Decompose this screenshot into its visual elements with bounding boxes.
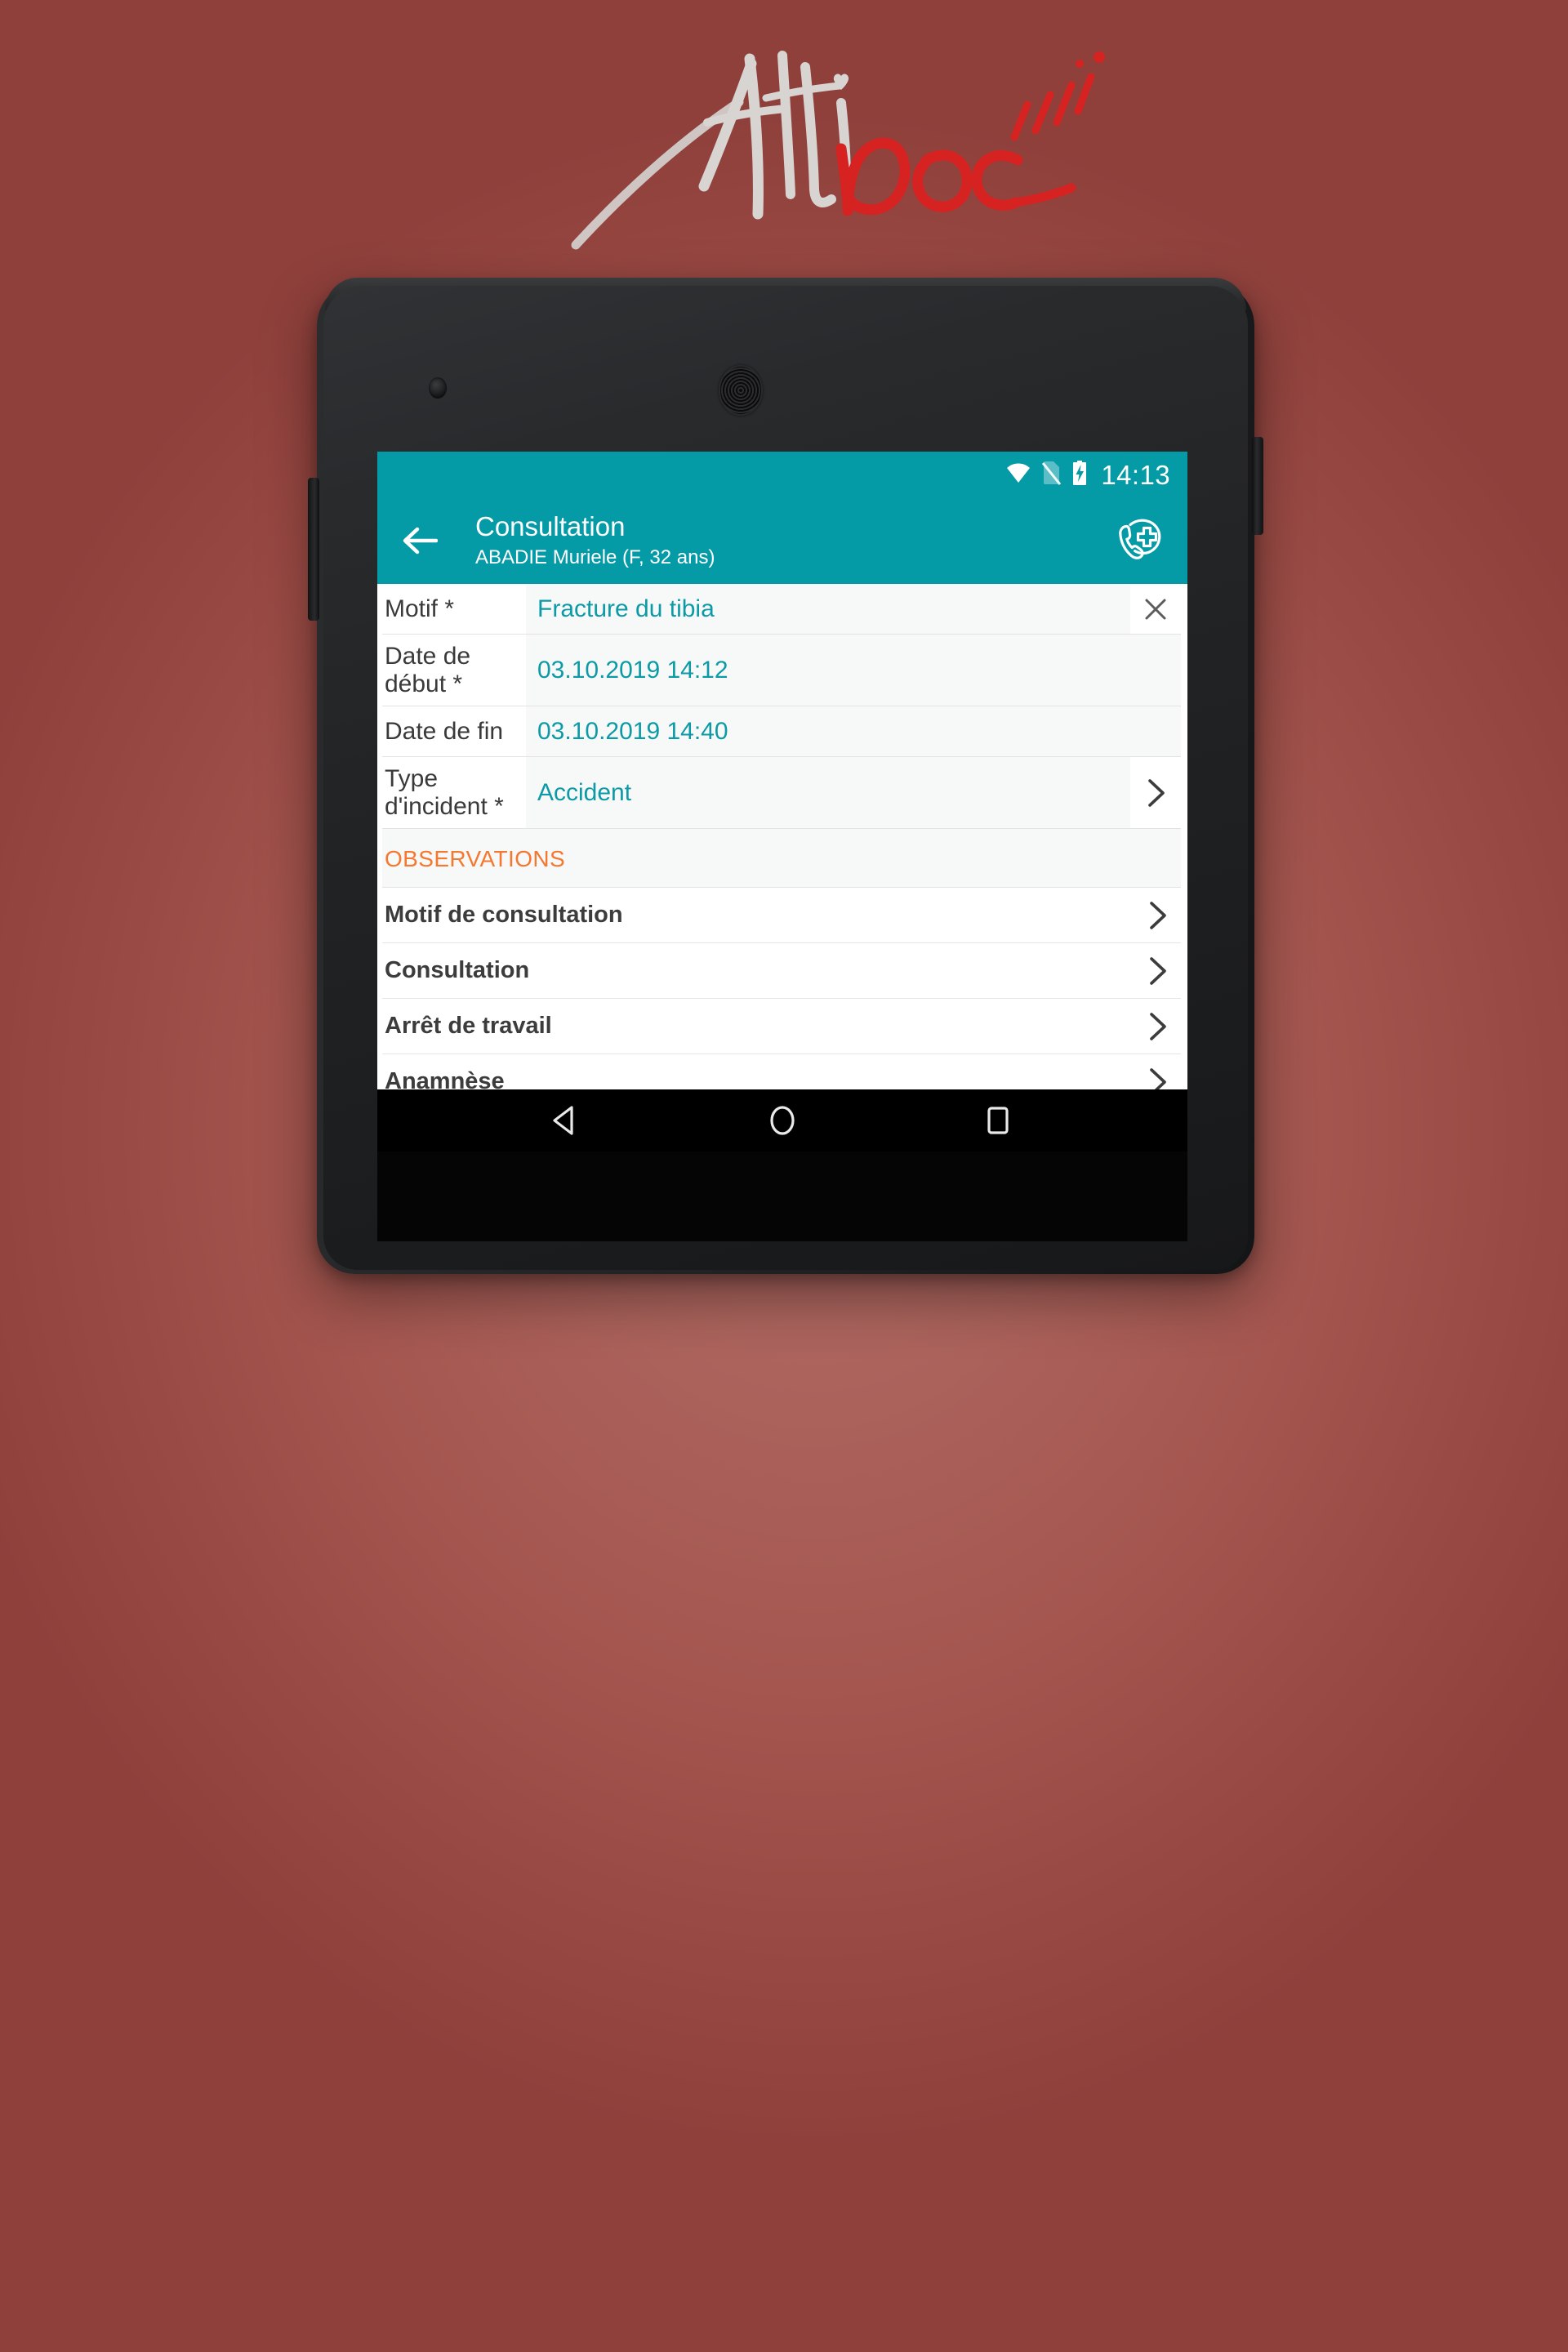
list-item-label: Motif de consultation xyxy=(385,902,623,929)
phone-screen: 14:13 Consultation ABADIE Muriele (F, 32… xyxy=(377,452,1187,1089)
nav-recents-button[interactable] xyxy=(979,1102,1017,1139)
form-row-motif[interactable]: Motif * Fracture du tibia xyxy=(382,584,1181,635)
field-value-date-debut[interactable]: 03.10.2019 14:12 xyxy=(526,635,1181,706)
form-row-date-fin[interactable]: Date de fin 03.10.2019 14:40 xyxy=(382,706,1181,758)
field-label-date-debut: Date de début * xyxy=(385,643,471,697)
list-item-motif-de-consultation[interactable]: Motif de consultation xyxy=(382,888,1181,944)
chevron-right-icon xyxy=(1136,1066,1178,1089)
open-type-incident-button[interactable] xyxy=(1130,757,1181,828)
field-label-date-fin: Date de fin xyxy=(385,717,504,745)
emergency-call-button[interactable] xyxy=(1106,515,1169,566)
phone-mockup: 14:13 Consultation ABADIE Muriele (F, 32… xyxy=(308,278,1263,1274)
emergency-call-icon xyxy=(1119,519,1161,559)
list-item-label: Consultation xyxy=(385,957,530,984)
field-value-type-incident[interactable]: Accident xyxy=(526,757,1130,829)
android-navigation-bar xyxy=(377,1089,1187,1152)
list-item-consultation[interactable]: Consultation xyxy=(382,943,1181,1000)
no-sim-icon xyxy=(1041,461,1062,489)
chevron-right-icon xyxy=(1136,1010,1178,1043)
recents-square-icon xyxy=(987,1107,1009,1134)
back-button[interactable] xyxy=(402,527,466,555)
observations-section-header: OBSERVATIONS xyxy=(382,829,1181,889)
home-circle-icon xyxy=(770,1106,795,1135)
observations-list: Motif de consultation Consultation Arrêt… xyxy=(377,888,1187,1089)
status-bar: 14:13 xyxy=(377,452,1187,497)
list-item-anamnese[interactable]: Anamnèse xyxy=(382,1054,1181,1089)
chevron-right-icon xyxy=(1136,955,1178,987)
chevron-right-icon xyxy=(1136,899,1178,932)
field-value-motif[interactable]: Fracture du tibia xyxy=(526,584,1130,634)
arrow-left-icon xyxy=(403,527,438,555)
status-clock: 14:13 xyxy=(1101,459,1170,490)
earpiece-speaker-icon xyxy=(719,365,763,416)
list-item-arret-de-travail[interactable]: Arrêt de travail xyxy=(382,999,1181,1055)
form-row-type-incident[interactable]: Type d'incident * Accident xyxy=(382,757,1181,830)
list-item-label: Anamnèse xyxy=(385,1068,505,1089)
list-item-label: Arrêt de travail xyxy=(385,1013,552,1040)
back-triangle-icon xyxy=(553,1106,573,1135)
front-camera-icon xyxy=(429,377,447,399)
screen-bottom-bezel-fill xyxy=(377,1152,1187,1241)
power-button[interactable] xyxy=(1252,437,1263,535)
chevron-right-icon xyxy=(1148,778,1165,807)
wifi-icon xyxy=(1006,462,1031,488)
observations-section-title: OBSERVATIONS xyxy=(385,845,566,871)
field-label-type-incident: Type d'incident * xyxy=(385,765,504,820)
app-bar: Consultation ABADIE Muriele (F, 32 ans) xyxy=(377,497,1187,584)
field-label-motif: Motif * xyxy=(385,595,455,622)
page-title: Consultation xyxy=(475,510,626,541)
form-row-date-debut[interactable]: Date de début * 03.10.2019 14:12 xyxy=(382,635,1181,707)
nav-back-button[interactable] xyxy=(548,1102,586,1139)
app-bar-titles: Consultation ABADIE Muriele (F, 32 ans) xyxy=(466,511,1106,570)
close-icon xyxy=(1145,599,1166,619)
consultation-form: Motif * Fracture du tibia Date de début … xyxy=(377,584,1187,830)
nav-home-button[interactable] xyxy=(764,1102,801,1139)
battery-charging-icon xyxy=(1071,460,1088,490)
field-value-date-fin[interactable]: 03.10.2019 14:40 xyxy=(526,706,1181,757)
clear-motif-button[interactable] xyxy=(1130,584,1181,634)
patient-subtitle: ABADIE Muriele (F, 32 ans) xyxy=(475,546,715,568)
volume-rocker-button[interactable] xyxy=(308,478,319,621)
